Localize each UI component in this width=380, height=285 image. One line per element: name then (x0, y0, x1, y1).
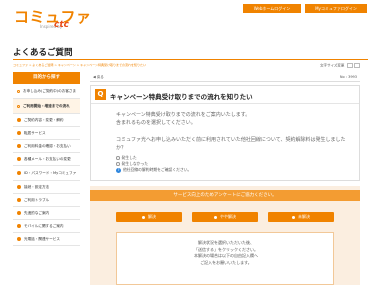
sidebar-item-contract[interactable]: ご契約内容・変更・解約 (13, 114, 80, 127)
radio-icon[interactable] (116, 162, 120, 166)
circle-icon (17, 198, 21, 202)
sidebar-item-start-flow[interactable]: ご利用開始・増速までの流れ (13, 99, 80, 114)
breadcrumb[interactable]: コミュファ > よくあるご質問 > キャンペーン > キャンペーン特典受け取りま… (13, 63, 146, 67)
question-divider (91, 103, 359, 104)
answer-question: コミュファ光へお申し込みいただく前に利用されていた他社回線について、契約解除料は… (116, 137, 346, 151)
survey-section: サービス向上のためアンケートにご協力ください。 解決 やや解決 未解決 解決状況… (90, 186, 360, 285)
sidebar-heading: 目的から探す (13, 72, 80, 84)
circle-icon (17, 237, 21, 241)
sidebar-item-billing[interactable]: ご利用料金の確認・お支払い (13, 140, 80, 153)
circle-icon (17, 224, 21, 228)
font-size-large-button[interactable] (353, 63, 360, 68)
sidebar-item-trouble[interactable]: ご利用トラブル (13, 194, 80, 207)
font-size-label: 文字サイズ変更 (320, 63, 345, 68)
circle-icon (17, 171, 21, 175)
bullet-icon (17, 104, 20, 108)
back-link[interactable]: ◀ 戻る (93, 75, 104, 80)
question-toolbar: ◀ 戻る No : 3993 (90, 72, 360, 82)
site-header: コミュファ Inspired by ctc Webホームログイン Myコミュファ… (0, 0, 380, 36)
sidebar-item-mail[interactable]: 各種メール・お支払いの変更 (13, 153, 80, 166)
web-home-login-button[interactable]: Webホームログイン (243, 4, 301, 13)
sidebar-item-connection[interactable]: 接続・設定方法 (13, 181, 80, 194)
sidebar-item-mobile[interactable]: モバイルに関するご案内 (13, 220, 80, 233)
radio-icon (292, 215, 295, 219)
sidebar: 目的から探す お申し込み(ご契約中)のお客さま ご利用開始・増速までの流れ ご契… (13, 72, 80, 246)
help-note: ? 他社回線の解約時期をご確認ください。 (116, 167, 192, 173)
question-number: No : 3993 (339, 75, 357, 79)
my-commufa-login-button[interactable]: Myコミュファログイン (305, 4, 367, 13)
survey-heading: サービス向上のためアンケートにご協力ください。 (90, 190, 360, 201)
sidebar-item-moving[interactable]: 転居サービス (13, 127, 80, 140)
font-size-small-button[interactable] (346, 63, 353, 68)
answer-options: 発生した 発生しなかった ? 他社回線の解約時期をご確認ください。 (116, 155, 191, 173)
question-title: キャンペーン特典受け取りまでの流れを知りたい (110, 93, 253, 101)
radio-icon (142, 215, 145, 219)
title-divider (13, 59, 368, 60)
bullet-icon (17, 89, 20, 93)
answer-intro: キャンペーン特典受け取りまでの流れをご案内いたします。 含まれるものを選択してく… (116, 112, 251, 126)
circle-icon (17, 131, 21, 135)
circle-icon (17, 144, 21, 148)
circle-icon (17, 185, 21, 189)
radio-icon[interactable] (116, 156, 120, 160)
page-title: よくあるご質問 (13, 48, 73, 58)
circle-icon (17, 211, 21, 215)
question-card: Q キャンペーン特典受け取りまでの流れを知りたい キャンペーン特典受け取りまでの… (90, 85, 360, 181)
question-badge: Q (95, 89, 106, 100)
ctc-logo: ctc (54, 20, 69, 30)
survey-resolved-button[interactable]: 解決 (116, 212, 182, 222)
font-size-control: 文字サイズ変更 (320, 63, 360, 69)
radio-icon (214, 215, 217, 219)
survey-partial-button[interactable]: やや解決 (192, 212, 258, 222)
main-content: ◀ 戻る No : 3993 (90, 72, 360, 82)
survey-instructions: 解決状況を選択いただいた後、 「送信する」をクリックください。 本解決の場合は以… (116, 232, 334, 285)
circle-icon (17, 157, 21, 161)
sidebar-item-id-password[interactable]: ID・パスワード・Myコミュファ (13, 166, 80, 181)
question-mark-icon: ? (116, 167, 121, 173)
sidebar-item-applicants[interactable]: お申し込み(ご契約中)のお客さま (13, 84, 80, 99)
survey-unresolved-button[interactable]: 未解決 (268, 212, 334, 222)
circle-icon (17, 118, 21, 122)
sidebar-item-phone[interactable]: 光電話・関連サービス (13, 233, 80, 246)
sidebar-item-advanced[interactable]: 先進的なご案内 (13, 207, 80, 220)
